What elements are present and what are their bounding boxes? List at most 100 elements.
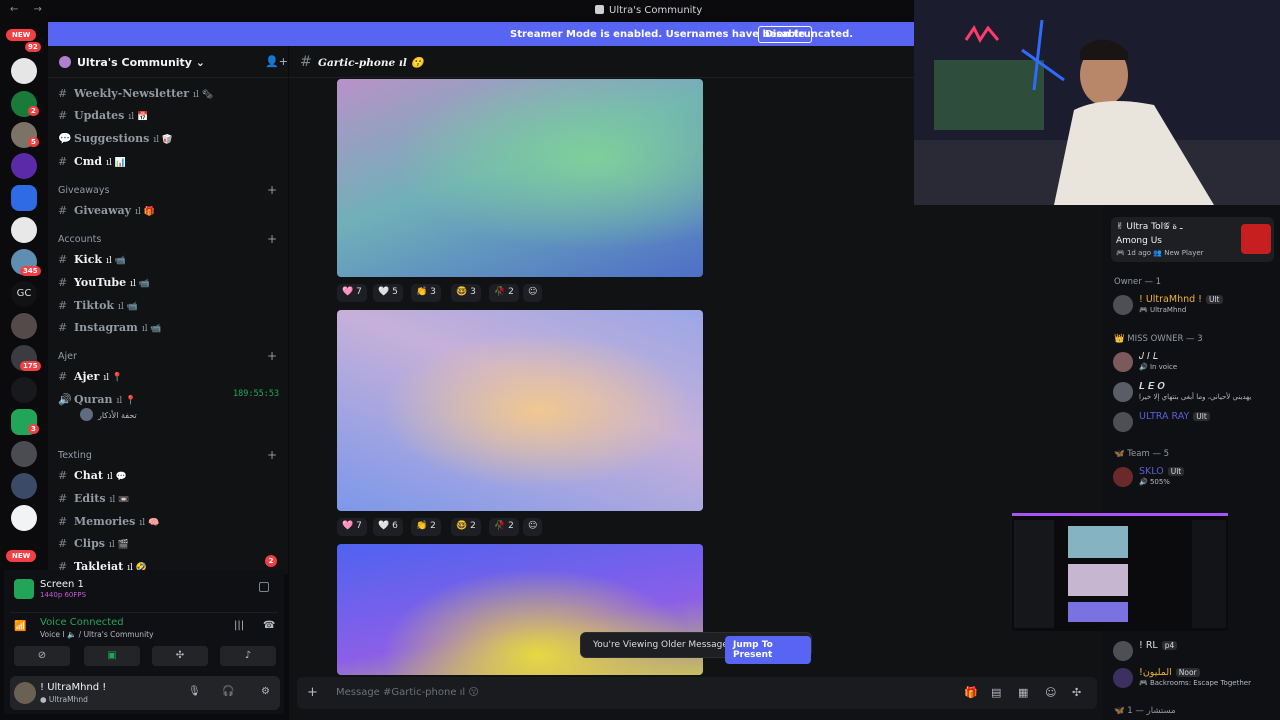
add-reaction-button[interactable]: ☺ bbox=[523, 284, 543, 302]
apps-icon[interactable]: ✣ bbox=[1072, 686, 1081, 699]
create-channel-icon[interactable]: + bbox=[267, 232, 277, 246]
reaction-chip[interactable]: 👏 3 bbox=[411, 284, 441, 302]
disconnect-icon[interactable]: ☎ bbox=[263, 620, 275, 631]
reaction-chip[interactable]: 🥀 2 bbox=[489, 518, 519, 536]
channel-suggestions[interactable]: 💬 Suggestions ıl 🥡 bbox=[58, 132, 173, 152]
noise-suppression-icon[interactable]: ||| bbox=[234, 620, 244, 631]
server-icon[interactable] bbox=[11, 377, 37, 403]
gift-icon[interactable]: 🎁 bbox=[964, 686, 978, 699]
invite-icon[interactable]: 👤+ bbox=[265, 55, 288, 68]
section-header: 👑 MISS OWNER — 3 bbox=[1114, 334, 1203, 344]
member-item[interactable]: ULTRA RAY Ult bbox=[1113, 410, 1278, 434]
server-icon[interactable] bbox=[11, 153, 37, 179]
channel-clips[interactable]: # Clips ıl 🎬 bbox=[58, 537, 129, 557]
channel-kick[interactable]: # Kick ıl 📹 bbox=[58, 253, 126, 273]
microphone-icon[interactable]: 🎙 bbox=[188, 686, 201, 697]
channel-cmd[interactable]: # Cmd ıl 📊 bbox=[58, 155, 126, 175]
voice-status[interactable]: Voice Connected bbox=[40, 617, 124, 628]
avatar[interactable] bbox=[14, 682, 36, 704]
channel-instagram[interactable]: # Instagram ıl 📹 bbox=[58, 321, 162, 341]
channel-tiktok[interactable]: # Tiktok ıl 📹 bbox=[58, 299, 138, 319]
member-item[interactable]: SKLO Ult 🔊 505% bbox=[1113, 465, 1278, 489]
server-icon[interactable] bbox=[11, 58, 37, 84]
member-item[interactable]: ! UltraMhnd ! Ult 🎮 UltraMhnd bbox=[1113, 293, 1278, 317]
emoji-icon[interactable]: ☺ bbox=[1045, 686, 1056, 699]
category-accounts[interactable]: Accounts bbox=[58, 234, 101, 245]
member-item[interactable]: 𝑳 𝑬 𝑶 يهديني لأحياني، وما أبغى بنتهاي إلا… bbox=[1113, 380, 1278, 404]
channel-youtube[interactable]: # YouTube ıl 📹 bbox=[58, 276, 150, 296]
close-stream-icon[interactable] bbox=[259, 582, 269, 592]
server-icon[interactable] bbox=[11, 505, 37, 531]
channel-updates[interactable]: # Updates ıl 📅 bbox=[58, 109, 148, 129]
server-name: Ultra's Community ⌄ bbox=[77, 56, 206, 69]
screen-icon bbox=[14, 579, 34, 599]
soundboard-button[interactable]: ♪ bbox=[220, 646, 276, 666]
channel-giveaway[interactable]: # Giveaway ıl 🎁 bbox=[58, 204, 155, 224]
attach-plus-icon[interactable]: + bbox=[307, 685, 318, 700]
server-icon[interactable] bbox=[11, 313, 37, 339]
message-composer[interactable]: + Message #Gartic-phone ıl 😗 🎁 ▤ ▦ ☺ ✣ bbox=[297, 677, 1097, 709]
server-logo-icon bbox=[59, 56, 71, 68]
reaction-chip[interactable]: 🥀 2 bbox=[489, 284, 519, 302]
member-name-text: ULTRA RAY bbox=[1139, 411, 1190, 422]
member-name-text: ! UltraMhnd ! bbox=[1139, 294, 1202, 305]
reaction-chip[interactable]: 🩷 7 bbox=[337, 284, 367, 302]
server-icon[interactable] bbox=[11, 441, 37, 467]
reaction-chip[interactable]: 🩷 7 bbox=[337, 518, 367, 536]
jump-to-present-button[interactable]: Jump To Present bbox=[725, 636, 811, 664]
hash-icon: # bbox=[58, 253, 68, 266]
server-header[interactable]: Ultra's Community ⌄ 👤+ bbox=[48, 46, 288, 78]
screen-share-button[interactable]: ▣ bbox=[84, 646, 140, 666]
channel-suffix: ıl 🧠 bbox=[139, 518, 160, 528]
voice-user[interactable]: تحفة الأذكار bbox=[80, 408, 137, 421]
create-channel-icon[interactable]: + bbox=[267, 183, 277, 197]
sticker-icon[interactable]: ▦ bbox=[1018, 686, 1028, 699]
reaction-chip[interactable]: 🤓 3 bbox=[451, 284, 481, 302]
channel-name: Ajer bbox=[74, 370, 100, 383]
deafen-icon[interactable]: 🎧 bbox=[222, 686, 234, 697]
channel-name: Cmd bbox=[74, 155, 103, 168]
hash-icon: # bbox=[58, 321, 68, 334]
channel-chat[interactable]: # Chat ıl 💬 bbox=[58, 469, 127, 489]
reaction-chip[interactable]: 🤍 5 bbox=[373, 284, 403, 302]
hash-icon: # bbox=[58, 109, 68, 122]
hash-icon: 💬 bbox=[58, 132, 72, 145]
channel-ajer[interactable]: # Ajer ıl 📍 bbox=[58, 370, 123, 390]
server-badge: 2 bbox=[28, 106, 39, 116]
server-icon[interactable] bbox=[11, 217, 37, 243]
server-icon[interactable] bbox=[11, 185, 37, 211]
gear-icon[interactable]: ⚙ bbox=[261, 686, 270, 697]
create-channel-icon[interactable]: + bbox=[267, 448, 277, 462]
channel-name: Tiktok bbox=[74, 299, 115, 312]
stream-preview[interactable] bbox=[1012, 513, 1228, 631]
streamer-mode-banner: Streamer Mode is enabled. Usernames have… bbox=[48, 22, 914, 46]
server-icon-gc[interactable]: GC bbox=[11, 281, 37, 307]
channel-weekly-newsletter[interactable]: # Weekly-Newsletter ıl 🗞 bbox=[58, 87, 213, 107]
channel-memories[interactable]: # Memories ıl 🧠 bbox=[58, 515, 159, 535]
camera-off-button[interactable]: ⊘ bbox=[14, 646, 70, 666]
add-reaction-button[interactable]: ☺ bbox=[523, 518, 543, 536]
gartic-image[interactable] bbox=[337, 310, 703, 511]
reaction-chip[interactable]: 🤓 2 bbox=[451, 518, 481, 536]
category-giveaways[interactable]: Giveaways bbox=[58, 185, 109, 196]
member-status: 🎮 Backrooms: Escape Together bbox=[1139, 679, 1251, 687]
server-icon[interactable] bbox=[11, 473, 37, 499]
message-input[interactable]: Message #Gartic-phone ıl 😗 bbox=[336, 687, 479, 698]
reaction-chip[interactable]: 🤍 6 bbox=[373, 518, 403, 536]
reaction-chip[interactable]: 👏 2 bbox=[411, 518, 441, 536]
avatar bbox=[1113, 295, 1133, 315]
member-item[interactable]: 𝐽 𝐼 𝐿 🔊 In voice bbox=[1113, 350, 1278, 374]
create-channel-icon[interactable]: + bbox=[267, 349, 277, 363]
gif-icon[interactable]: ▤ bbox=[991, 686, 1001, 699]
channel-suffix: ıl 🎁 bbox=[135, 207, 155, 217]
activities-button[interactable]: ✣ bbox=[152, 646, 208, 666]
member-item[interactable]: ! RL p4 bbox=[1113, 639, 1278, 663]
history-nav[interactable]: ← → bbox=[10, 4, 48, 15]
category-ajer[interactable]: Ajer bbox=[58, 351, 77, 362]
disable-button[interactable]: Disable bbox=[758, 26, 812, 43]
category-texting[interactable]: Texting bbox=[58, 450, 92, 461]
gartic-image[interactable] bbox=[337, 79, 703, 277]
member-item[interactable]: !المليون Noor 🎮 Backrooms: Escape Together bbox=[1113, 666, 1278, 690]
channel-edits[interactable]: # Edits ıl 📼 bbox=[58, 492, 129, 512]
game-activity-card[interactable]: ✌ Ultra Tol𝒢 ـ ة Among Us 🎮 1d ago 👥 New… bbox=[1111, 217, 1274, 262]
